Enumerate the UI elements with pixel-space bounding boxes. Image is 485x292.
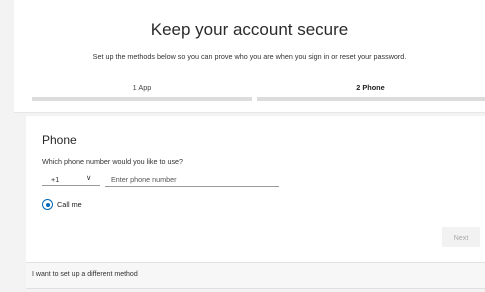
radio-selected-dot — [45, 202, 50, 207]
call-me-label: Call me — [57, 200, 82, 209]
phone-number-input[interactable] — [105, 172, 279, 187]
chevron-down-icon: ∨ — [86, 173, 92, 182]
radio-button-icon[interactable] — [42, 199, 53, 210]
step-app-label: 1 App — [132, 83, 152, 92]
page-subtitle: Set up the methods below so you can prov… — [92, 52, 407, 61]
next-button[interactable]: Next — [442, 227, 480, 247]
country-code-select[interactable]: +1 ∨ — [42, 172, 100, 186]
phone-heading: Phone — [42, 133, 77, 147]
country-code-value: +1 — [51, 175, 60, 184]
phone-setup-card: Phone Which phone number would you like … — [26, 116, 485, 262]
phone-question: Which phone number would you like to use… — [42, 157, 184, 166]
step-app-progress-bar — [32, 97, 252, 101]
header-divider — [14, 112, 485, 113]
header-panel: Keep your account secure Set up the meth… — [14, 0, 485, 112]
different-method-link[interactable]: I want to set up a different method — [32, 271, 138, 278]
step-phone-label: 2 Phone — [356, 83, 385, 92]
step-phone-progress-bar — [257, 97, 485, 101]
page-title: Keep your account secure — [150, 20, 349, 39]
footer-bar: I want to set up a different method — [26, 262, 485, 289]
